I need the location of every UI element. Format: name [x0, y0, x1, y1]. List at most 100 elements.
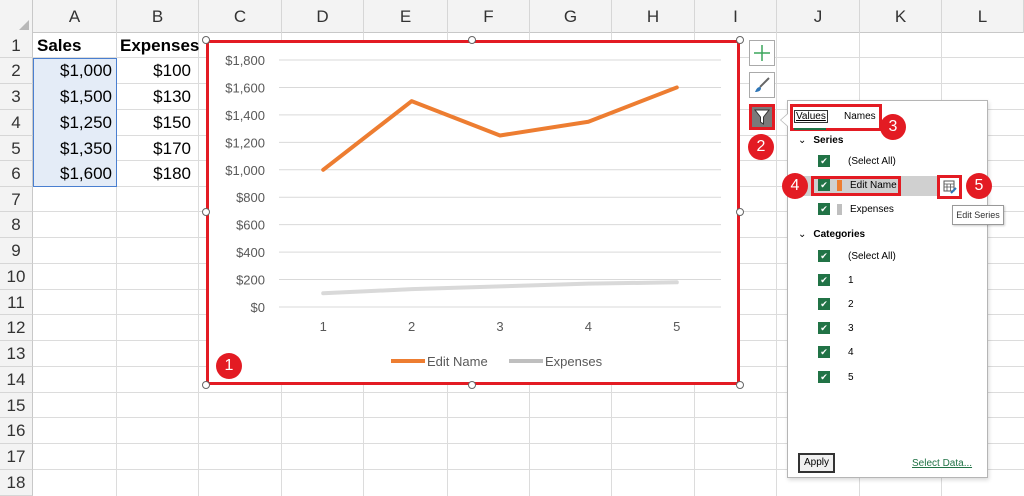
column-header-l[interactable]: L	[942, 0, 1024, 33]
y-tick-label: $1,400	[225, 108, 265, 123]
cell-b1[interactable]: Expenses	[120, 33, 199, 58]
chart-resize-handle[interactable]	[736, 381, 744, 389]
row-header-1[interactable]: 1	[0, 33, 33, 58]
column-header-g[interactable]: G	[530, 0, 612, 33]
series-line	[323, 87, 677, 169]
item-label: 4	[848, 346, 854, 359]
cell-b2[interactable]: $100	[117, 58, 191, 83]
column-header-bar: A B C D E F G H I J K L	[0, 0, 1024, 33]
x-tick-label: 3	[496, 319, 503, 334]
cell-a2[interactable]: $1,000	[33, 58, 112, 83]
chart-elements-button[interactable]	[749, 40, 775, 66]
column-header-e[interactable]: E	[364, 0, 448, 33]
column-header-k[interactable]: K	[860, 0, 942, 33]
cell-b6[interactable]: $180	[117, 161, 191, 186]
chart-resize-handle[interactable]	[736, 208, 744, 216]
cell-b5[interactable]: $170	[117, 136, 191, 161]
gridline	[776, 33, 777, 496]
series-section-header[interactable]: ⌄Series	[798, 135, 843, 146]
chart-resize-handle[interactable]	[468, 36, 476, 44]
row-header-7[interactable]: 7	[0, 187, 33, 212]
item-label: 2	[848, 298, 854, 311]
checkbox-checked-icon[interactable]: ✔	[818, 322, 830, 334]
column-header-c[interactable]: C	[199, 0, 282, 33]
column-header-a[interactable]: A	[33, 0, 117, 33]
chart-filters-button[interactable]	[749, 104, 775, 130]
series-color-swatch	[837, 204, 842, 215]
step-badge-4: 4	[782, 173, 808, 199]
apply-button[interactable]: Apply	[798, 453, 835, 473]
cell-a6[interactable]: $1,600	[33, 161, 112, 186]
row-header-3[interactable]: 3	[0, 84, 33, 110]
line-chart[interactable]: $0$200$400$600$800$1,000$1,200$1,400$1,6…	[206, 40, 740, 385]
cell-a4[interactable]: $1,250	[33, 110, 112, 135]
chart-resize-handle[interactable]	[202, 208, 210, 216]
select-all-corner[interactable]	[0, 0, 33, 33]
y-tick-label: $800	[236, 190, 265, 205]
row-header-6[interactable]: 6	[0, 161, 33, 187]
x-tick-label: 5	[673, 319, 680, 334]
y-tick-label: $1,000	[225, 163, 265, 178]
row-header-14[interactable]: 14	[0, 367, 33, 393]
cell-b4[interactable]: $150	[117, 110, 191, 135]
item-label: 1	[848, 274, 854, 287]
row-header-13[interactable]: 13	[0, 341, 33, 367]
chart-plot: $0$200$400$600$800$1,000$1,200$1,400$1,6…	[209, 43, 737, 382]
column-header-j[interactable]: J	[777, 0, 860, 33]
checkbox-checked-icon[interactable]: ✔	[818, 346, 830, 358]
y-tick-label: $1,800	[225, 53, 265, 68]
column-header-d[interactable]: D	[282, 0, 364, 33]
cell-a1[interactable]: Sales	[37, 33, 81, 58]
categories-section-header[interactable]: ⌄Categories	[798, 229, 865, 240]
row-header-17[interactable]: 17	[0, 444, 33, 470]
row-header-15[interactable]: 15	[0, 393, 33, 418]
row-header-16[interactable]: 16	[0, 418, 33, 444]
series-line	[323, 282, 677, 293]
row-header-11[interactable]: 11	[0, 290, 33, 315]
row-header-8[interactable]: 8	[0, 212, 33, 238]
tab-names[interactable]: Names	[844, 111, 876, 122]
tab-values[interactable]: Values	[794, 110, 828, 123]
column-header-b[interactable]: B	[117, 0, 199, 33]
checkbox-checked-icon[interactable]: ✔	[818, 250, 830, 262]
edit-series-button[interactable]	[937, 175, 962, 199]
row-header-9[interactable]: 9	[0, 238, 33, 264]
chart-resize-handle[interactable]	[736, 36, 744, 44]
column-header-h[interactable]: H	[612, 0, 695, 33]
x-tick-label: 2	[408, 319, 415, 334]
gridline	[198, 33, 199, 496]
row-header-10[interactable]: 10	[0, 264, 33, 290]
row-header-2[interactable]: 2	[0, 58, 33, 84]
step-badge-5: 5	[966, 173, 992, 199]
funnel-icon	[753, 108, 771, 126]
y-tick-label: $200	[236, 273, 265, 288]
chart-resize-handle[interactable]	[202, 36, 210, 44]
y-tick-label: $600	[236, 218, 265, 233]
column-header-f[interactable]: F	[448, 0, 530, 33]
cell-a3[interactable]: $1,500	[33, 84, 112, 109]
x-tick-label: 1	[320, 319, 327, 334]
checkbox-checked-icon[interactable]: ✔	[818, 298, 830, 310]
brush-icon	[753, 76, 771, 94]
chart-resize-handle[interactable]	[202, 381, 210, 389]
checkbox-checked-icon[interactable]: ✔	[818, 371, 830, 383]
row-header-4[interactable]: 4	[0, 110, 33, 136]
chart-filters-panel: Values Names ⌄Series ✔ (Select All) ✔ Ed…	[787, 100, 988, 478]
row-header-18[interactable]: 18	[0, 470, 33, 496]
edit-series-tooltip: Edit Series	[952, 205, 1004, 225]
checkbox-checked-icon[interactable]: ✔	[818, 203, 830, 215]
y-tick-label: $1,600	[225, 80, 265, 95]
chart-resize-handle[interactable]	[468, 381, 476, 389]
cell-b3[interactable]: $130	[117, 84, 191, 109]
cell-a5[interactable]: $1,350	[33, 136, 112, 161]
column-header-i[interactable]: I	[695, 0, 777, 33]
select-data-link[interactable]: Select Data...	[912, 458, 972, 469]
legend-label: Edit Name	[427, 354, 488, 369]
checkbox-checked-icon[interactable]: ✔	[818, 274, 830, 286]
checkbox-checked-icon[interactable]: ✔	[818, 155, 830, 167]
row-header-12[interactable]: 12	[0, 315, 33, 341]
row-header-5[interactable]: 5	[0, 136, 33, 161]
item-label: Expenses	[850, 203, 894, 216]
active-tab-indicator	[794, 128, 826, 130]
chart-styles-button[interactable]	[749, 72, 775, 98]
